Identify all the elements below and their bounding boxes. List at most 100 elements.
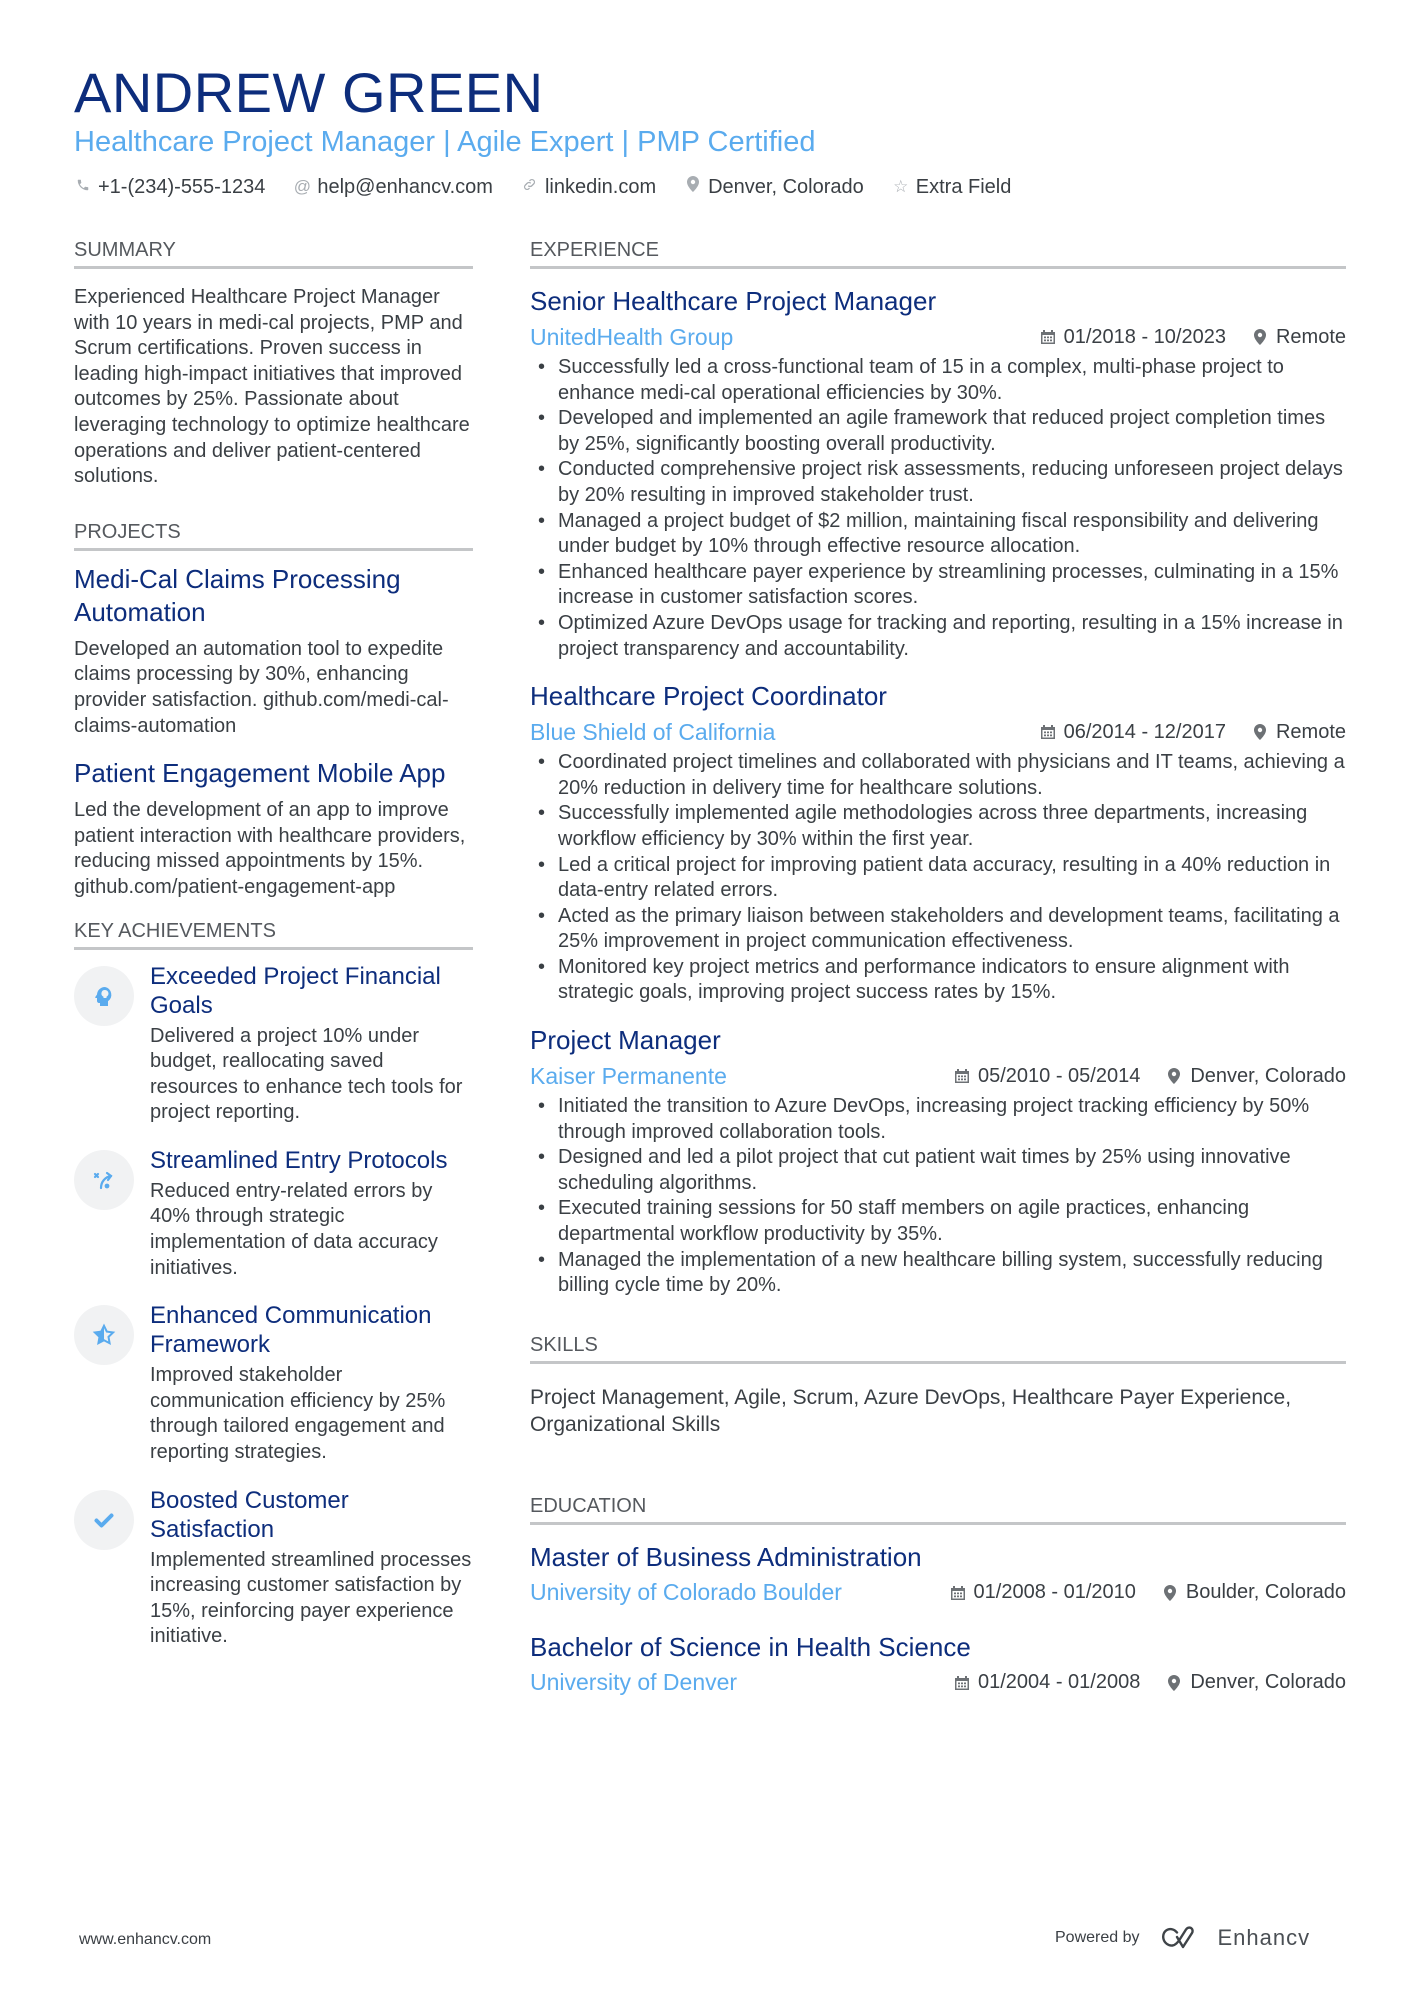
school-name: University of Colorado Boulder <box>530 1579 842 1606</box>
calendar-icon <box>954 1675 969 1690</box>
job-company: UnitedHealth Group <box>530 323 734 350</box>
achievement-title: Exceeded Project Financial Goals <box>150 962 441 1019</box>
summary-section: SUMMARY Experienced Healthcare Project M… <box>74 238 473 490</box>
job-bullet: Successfully implemented agile methodolo… <box>530 801 1346 852</box>
contact-extra: ☆ Extra Field <box>892 174 1012 200</box>
achievement-description: Implemented streamlined processes increa… <box>150 1548 472 1648</box>
right-column: EXPERIENCE Senior Healthcare Project Man… <box>530 238 1346 1719</box>
job-bullet: Successfully led a cross-functional team… <box>530 355 1346 406</box>
job-bullet: Managed the implementation of a new heal… <box>530 1248 1346 1299</box>
contact-phone-text: +1-(234)-555-1234 <box>98 176 266 198</box>
calendar-icon <box>1040 330 1055 344</box>
education-entry: Master of Business Administration Univer… <box>530 1539 1346 1611</box>
job-company: Blue Shield of California <box>530 718 776 745</box>
summary-heading: SUMMARY <box>74 238 473 269</box>
resume-header: ANDREW GREEN Healthcare Project Manager … <box>74 62 1344 200</box>
job-location: Denver, Colorado <box>1190 1064 1346 1087</box>
powered-by-label: Powered by <box>1055 1929 1140 1946</box>
job-bullet: Acted as the primary liaison between sta… <box>530 904 1346 955</box>
contact-email-text[interactable]: help@enhancv.com <box>317 174 493 200</box>
contact-linkedin-text[interactable]: linkedin.com <box>545 174 656 200</box>
education-entry: Bachelor of Science in Health Science Un… <box>530 1629 1346 1701</box>
contact-phone: +1-(234)-555-1234 <box>74 174 265 200</box>
degree-title: Master of Business Administration <box>530 1541 922 1572</box>
project-description: Developed an automation tool to expedite… <box>74 637 449 737</box>
job-bullet: Managed a project budget of $2 million, … <box>530 509 1346 560</box>
contact-extra-text: Extra Field <box>915 176 1012 198</box>
job-bullets: Coordinated project timelines and collab… <box>530 750 1346 1006</box>
location-pin-icon <box>1168 1068 1181 1085</box>
footer-website[interactable]: www.enhancv.com <box>79 1931 211 1949</box>
job-bullet: Developed and implemented an agile frame… <box>530 406 1346 457</box>
candidate-name: ANDREW GREEN <box>74 61 544 124</box>
degree-title: Bachelor of Science in Health Science <box>530 1631 971 1662</box>
school-name: University of Denver <box>530 1669 738 1696</box>
at-icon: @ <box>293 177 311 196</box>
job-bullet: Conducted comprehensive project risk ass… <box>530 457 1346 508</box>
achievement-item: Streamlined Entry Protocols Reduced entr… <box>74 1146 473 1281</box>
footer-branding: Powered by Enhancv <box>1055 1925 1310 1951</box>
enhancv-logo[interactable]: Enhancv <box>1160 1925 1311 1951</box>
enhancv-logo-icon <box>1161 1926 1194 1949</box>
calendar-icon <box>1040 725 1055 740</box>
link-icon <box>521 174 539 200</box>
project-title: Patient Engagement Mobile App <box>74 758 446 789</box>
job-entry: Senior Healthcare Project Manager United… <box>530 283 1346 662</box>
calendar-icon <box>950 1585 965 1600</box>
job-dates: 05/2010 - 05/2014 <box>977 1064 1141 1087</box>
education-location: Denver, Colorado <box>1190 1671 1346 1694</box>
summary-text: Experienced Healthcare Project Manager w… <box>74 286 470 488</box>
achievement-item: Exceeded Project Financial Goals Deliver… <box>74 962 473 1126</box>
project-item: Medi-Cal Claims Processing Automation De… <box>74 563 473 739</box>
head-brain-icon <box>74 965 134 1026</box>
job-bullet: Executed training sessions for 50 staff … <box>530 1196 1346 1247</box>
achievement-item: Boosted Customer Satisfaction Implemente… <box>74 1486 473 1650</box>
candidate-headline: Healthcare Project Manager | Agile Exper… <box>74 126 816 158</box>
achievements-section: KEY ACHIEVEMENTS Exceeded Project Financ… <box>74 919 473 1651</box>
projects-section: PROJECTS Medi-Cal Claims Processing Auto… <box>74 520 473 901</box>
job-entry: Healthcare Project Coordinator Blue Shie… <box>530 678 1346 1006</box>
contact-linkedin[interactable]: linkedin.com <box>521 174 656 200</box>
location-pin-icon <box>1163 1584 1176 1601</box>
brand-name: Enhancv <box>1217 1925 1311 1950</box>
location-pin-icon <box>1253 724 1266 741</box>
star-icon: ☆ <box>893 177 909 196</box>
contact-location: Denver, Colorado <box>684 174 864 200</box>
strategy-path-icon <box>74 1149 134 1210</box>
project-description: Led the development of an app to improve… <box>74 799 466 898</box>
education-meta: University of Denver 01/2004 - 01/2008 D… <box>530 1665 1346 1701</box>
job-bullet: Enhanced healthcare payer experience by … <box>530 560 1346 611</box>
skills-text: Project Management, Agile, Scrum, Azure … <box>530 1385 1292 1436</box>
education-section: EDUCATION Master of Business Administrat… <box>530 1494 1346 1701</box>
location-pin-icon <box>1168 1674 1181 1691</box>
job-bullet: Optimized Azure DevOps usage for trackin… <box>530 611 1346 662</box>
project-item: Patient Engagement Mobile App Led the de… <box>74 757 473 900</box>
achievement-description: Reduced entry-related errors by 40% thro… <box>150 1179 438 1279</box>
phone-icon <box>74 174 92 200</box>
job-dates: 06/2014 - 12/2017 <box>1063 720 1226 743</box>
project-title: Medi-Cal Claims Processing Automation <box>74 563 401 627</box>
job-meta: UnitedHealth Group 01/2018 - 10/2023 Rem… <box>530 319 1346 355</box>
job-title: Project Manager <box>530 1025 721 1056</box>
job-location: Remote <box>1275 720 1346 743</box>
job-bullet: Led a critical project for improving pat… <box>530 853 1346 904</box>
job-bullets: Initiated the transition to Azure DevOps… <box>530 1094 1346 1299</box>
achievements-heading: KEY ACHIEVEMENTS <box>74 919 473 950</box>
job-entry: Project Manager Kaiser Permanente 05/201… <box>530 1022 1346 1299</box>
achievement-title: Boosted Customer Satisfaction <box>150 1486 349 1543</box>
education-dates: 01/2008 - 01/2010 <box>973 1581 1136 1604</box>
job-dates: 01/2018 - 10/2023 <box>1063 325 1226 348</box>
job-title: Healthcare Project Coordinator <box>530 681 887 712</box>
job-location: Remote <box>1275 325 1346 348</box>
education-location: Boulder, Colorado <box>1185 1581 1346 1604</box>
job-bullets: Successfully led a cross-functional team… <box>530 355 1346 662</box>
achievement-title: Streamlined Entry Protocols <box>150 1146 448 1174</box>
half-star-icon <box>74 1305 134 1366</box>
location-pin-icon <box>1253 329 1266 345</box>
contact-email[interactable]: @ help@enhancv.com <box>293 174 493 200</box>
experience-heading: EXPERIENCE <box>530 238 1346 269</box>
education-dates: 01/2004 - 01/2008 <box>977 1671 1141 1694</box>
achievement-description: Delivered a project 10% under budget, re… <box>150 1024 463 1124</box>
calendar-icon <box>954 1069 969 1084</box>
location-pin-icon <box>684 174 702 200</box>
